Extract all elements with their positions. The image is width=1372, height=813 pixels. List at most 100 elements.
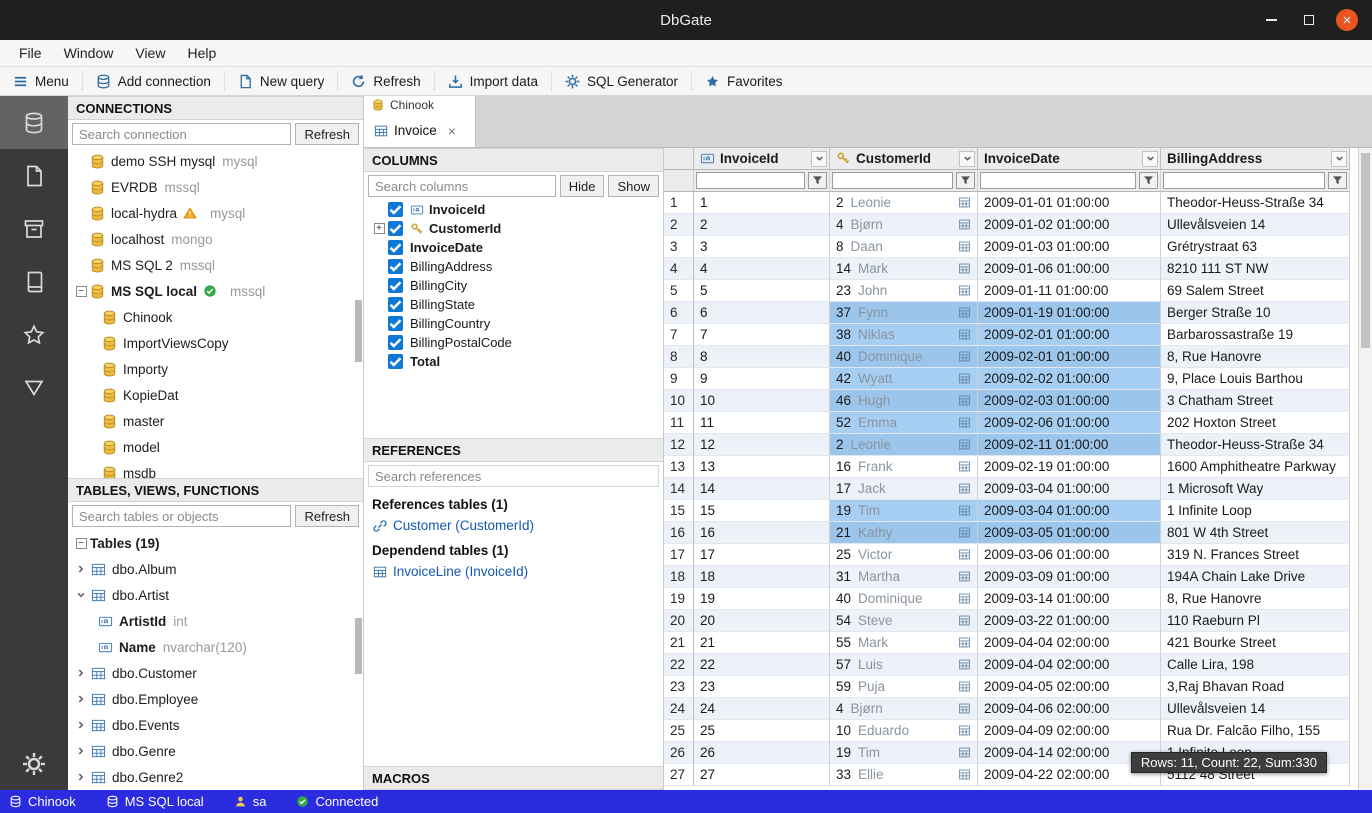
cell-invoicedate[interactable]: 2009-02-01 01:00:00 — [978, 324, 1161, 346]
cell-billingaddress[interactable]: Ullevålsveien 14 — [1161, 698, 1350, 720]
cell-invoiceid[interactable]: 24 — [694, 698, 830, 720]
connection-item-chinook[interactable]: Chinook — [68, 304, 363, 330]
open-reference-icon[interactable] — [958, 482, 971, 495]
filter-input-invoiceid[interactable] — [696, 172, 805, 189]
cell-invoicedate[interactable]: 2009-04-05 02:00:00 — [978, 676, 1161, 698]
cell-invoiceid[interactable]: 8 — [694, 346, 830, 368]
cell-customerid[interactable]: 16Frank — [830, 456, 978, 478]
tab-group-chinook[interactable]: Chinook — [364, 96, 476, 115]
column-checkbox[interactable] — [388, 297, 403, 312]
open-reference-icon[interactable] — [958, 724, 971, 737]
statusbar-server[interactable]: MS SQL local — [106, 794, 204, 809]
open-reference-icon[interactable] — [958, 768, 971, 781]
cell-invoiceid[interactable]: 26 — [694, 742, 830, 764]
open-reference-icon[interactable] — [958, 636, 971, 649]
connection-item-master[interactable]: master — [68, 408, 363, 434]
open-reference-icon[interactable] — [958, 218, 971, 231]
open-reference-icon[interactable] — [958, 548, 971, 561]
toolbar-new-query-button[interactable]: New query — [225, 67, 338, 95]
tree-item-dbo-genre2[interactable]: dbo.Genre2 — [68, 764, 363, 790]
cell-customerid[interactable]: 54Steve — [830, 610, 978, 632]
cell-invoicedate[interactable]: 2009-02-02 01:00:00 — [978, 368, 1161, 390]
cell-customerid[interactable]: 52Emma — [830, 412, 978, 434]
chevron-right-icon[interactable] — [76, 720, 91, 730]
reference-customer-link[interactable]: Customer (CustomerId) — [364, 515, 663, 536]
cell-customerid[interactable]: 14Mark — [830, 258, 978, 280]
filter-input-invoicedate[interactable] — [980, 172, 1136, 189]
show-column-button[interactable]: Show — [608, 175, 659, 197]
open-reference-icon[interactable] — [958, 394, 971, 407]
cell-billingaddress[interactable]: 8, Rue Hanovre — [1161, 346, 1350, 368]
cell-billingaddress[interactable]: Theodor-Heuss-Straße 34 — [1161, 192, 1350, 214]
statusbar-database[interactable]: Chinook — [9, 794, 76, 809]
open-reference-icon[interactable] — [958, 570, 971, 583]
cell-billingaddress[interactable]: 1 Microsoft Way — [1161, 478, 1350, 500]
cell-billingaddress[interactable]: Barbarossastraße 19 — [1161, 324, 1350, 346]
chevron-right-icon[interactable] — [76, 772, 91, 782]
cell-billingaddress[interactable]: 319 N. Frances Street — [1161, 544, 1350, 566]
cell-invoicedate[interactable]: 2009-01-01 01:00:00 — [978, 192, 1161, 214]
chevron-right-icon[interactable] — [76, 746, 91, 756]
open-reference-icon[interactable] — [958, 416, 971, 429]
row-header-22[interactable]: 22 — [664, 654, 694, 676]
cell-invoiceid[interactable]: 23 — [694, 676, 830, 698]
cell-customerid[interactable]: 40Dominique — [830, 588, 978, 610]
open-reference-icon[interactable] — [958, 658, 971, 671]
row-header-27[interactable]: 27 — [664, 764, 694, 786]
tree-item-dbo-artist[interactable]: dbo.Artist — [68, 582, 363, 608]
column-header-billingaddress[interactable]: BillingAddress — [1161, 148, 1350, 170]
open-reference-icon[interactable] — [958, 306, 971, 319]
expand-icon[interactable]: + — [374, 223, 385, 234]
column-dropdown-button[interactable] — [1142, 151, 1158, 167]
cell-invoicedate[interactable]: 2009-03-14 01:00:00 — [978, 588, 1161, 610]
cell-billingaddress[interactable]: 801 W 4th Street — [1161, 522, 1350, 544]
tab-invoice[interactable]: Invoice × — [364, 115, 476, 147]
cell-billingaddress[interactable]: Ullevålsveien 14 — [1161, 214, 1350, 236]
cell-customerid[interactable]: 59Puja — [830, 676, 978, 698]
cell-customerid[interactable]: 31Martha — [830, 566, 978, 588]
cell-customerid[interactable]: 46Hugh — [830, 390, 978, 412]
tree-item-dbo-album[interactable]: dbo.Album — [68, 556, 363, 582]
column-item-total[interactable]: Total — [364, 352, 663, 371]
connection-item-model[interactable]: model — [68, 434, 363, 460]
cell-invoicedate[interactable]: 2009-04-09 02:00:00 — [978, 720, 1161, 742]
cell-invoiceid[interactable]: 5 — [694, 280, 830, 302]
tree-item-tables-19[interactable]: −Tables (19) — [68, 530, 363, 556]
cell-billingaddress[interactable]: 69 Salem Street — [1161, 280, 1350, 302]
minimize-button[interactable] — [1260, 9, 1282, 31]
cell-customerid[interactable]: 40Dominique — [830, 346, 978, 368]
search-tables-input[interactable] — [72, 505, 291, 527]
cell-billingaddress[interactable]: 1 Infinite Loop — [1161, 500, 1350, 522]
connections-refresh-button[interactable]: Refresh — [295, 123, 359, 145]
grid-corner-cell[interactable] — [664, 148, 694, 170]
cell-invoiceid[interactable]: 20 — [694, 610, 830, 632]
scrollbar-thumb[interactable] — [1361, 153, 1370, 348]
cell-billingaddress[interactable]: Rua Dr. Falcão Filho, 155 — [1161, 720, 1350, 742]
rail-archive-button[interactable] — [0, 202, 68, 255]
cell-billingaddress[interactable]: Calle Lira, 198 — [1161, 654, 1350, 676]
column-dropdown-button[interactable] — [811, 151, 827, 167]
cell-invoiceid[interactable]: 19 — [694, 588, 830, 610]
row-header-9[interactable]: 9 — [664, 368, 694, 390]
cell-customerid[interactable]: 21Kathy — [830, 522, 978, 544]
filter-funnel-button[interactable] — [1328, 172, 1347, 189]
column-item-billingstate[interactable]: BillingState — [364, 295, 663, 314]
open-reference-icon[interactable] — [958, 284, 971, 297]
column-checkbox[interactable] — [388, 221, 403, 236]
cell-invoicedate[interactable]: 2009-03-22 01:00:00 — [978, 610, 1161, 632]
toolbar-add-connection-button[interactable]: Add connection — [83, 67, 224, 95]
column-checkbox[interactable] — [388, 335, 403, 350]
cell-invoiceid[interactable]: 10 — [694, 390, 830, 412]
cell-customerid[interactable]: 10Eduardo — [830, 720, 978, 742]
open-reference-icon[interactable] — [958, 592, 971, 605]
menu-view[interactable]: View — [124, 40, 176, 66]
cell-invoiceid[interactable]: 1 — [694, 192, 830, 214]
cell-billingaddress[interactable]: 3 Chatham Street — [1161, 390, 1350, 412]
cell-billingaddress[interactable]: 194A Chain Lake Drive — [1161, 566, 1350, 588]
cell-customerid[interactable]: 42Wyatt — [830, 368, 978, 390]
cell-invoiceid[interactable]: 13 — [694, 456, 830, 478]
cell-invoicedate[interactable]: 2009-04-04 02:00:00 — [978, 632, 1161, 654]
row-header-23[interactable]: 23 — [664, 676, 694, 698]
cell-invoiceid[interactable]: 3 — [694, 236, 830, 258]
filter-input-customerid[interactable] — [832, 172, 953, 189]
